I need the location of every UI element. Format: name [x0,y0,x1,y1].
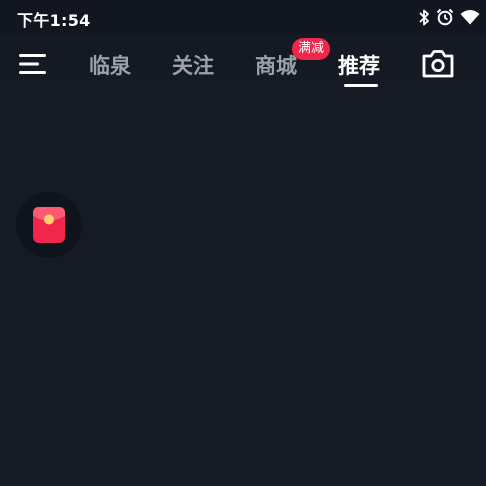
status-bar: 下午1:54 [0,0,486,34]
top-nav: 临泉 关注 商城 满减 推荐 [0,34,486,96]
status-icons [418,8,480,26]
camera-icon[interactable] [420,48,456,80]
status-time: 下午1:54 [17,11,91,30]
tab-following[interactable]: 关注 [172,50,214,80]
tab-recommend[interactable]: 推荐 [338,50,380,80]
bluetooth-icon [418,9,430,26]
tab-mall[interactable]: 商城 [255,50,297,80]
tab-linquan[interactable]: 临泉 [89,50,131,80]
mall-discount-badge: 满减 [292,38,331,60]
active-tab-indicator [344,84,378,87]
alarm-icon [436,8,454,26]
red-packet-button[interactable] [16,192,82,258]
menu-icon[interactable] [18,52,48,76]
wifi-icon [460,9,480,25]
